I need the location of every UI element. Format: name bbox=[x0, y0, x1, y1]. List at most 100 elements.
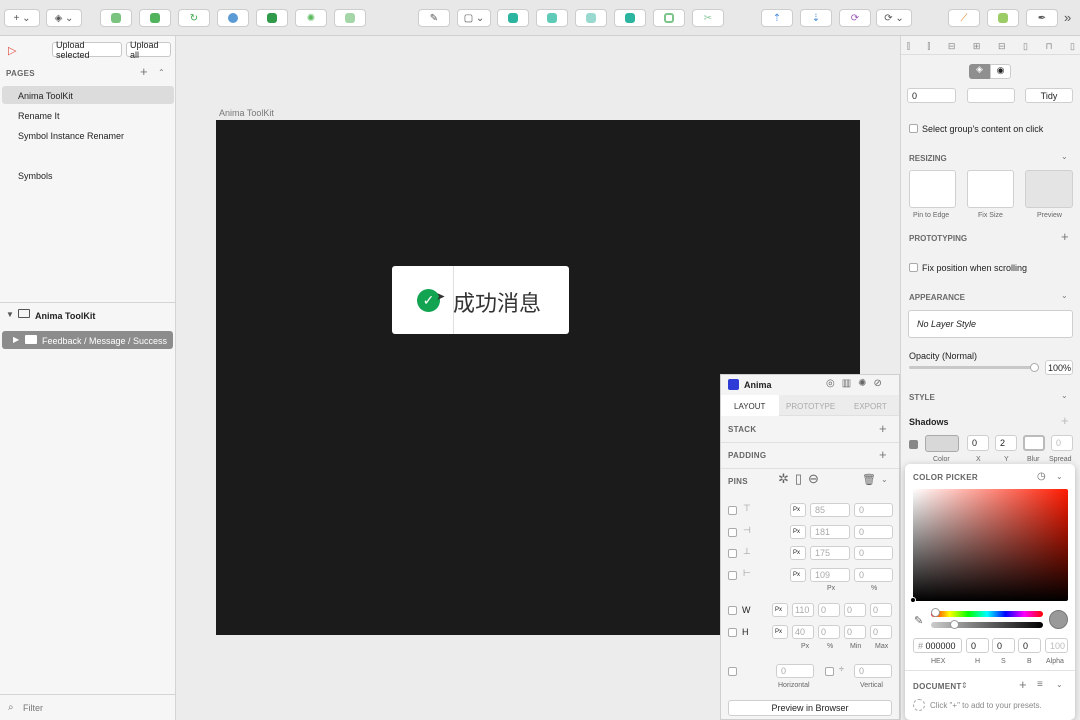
intersect-icon[interactable] bbox=[575, 9, 607, 27]
height-checkbox[interactable] bbox=[728, 628, 737, 637]
hex-input[interactable]: # 000000 bbox=[913, 638, 962, 653]
opacity-slider-thumb[interactable] bbox=[1030, 363, 1039, 372]
preview-in-browser-button[interactable]: Preview in Browser bbox=[728, 700, 892, 716]
frame-icon[interactable] bbox=[653, 9, 685, 27]
width-px-input[interactable]: 110 bbox=[792, 603, 814, 617]
layer-style-select[interactable]: No Layer Style bbox=[908, 310, 1073, 338]
shadow-blur-input[interactable] bbox=[1023, 435, 1045, 451]
distribute-icon[interactable]: ⊓ bbox=[1045, 41, 1052, 51]
pin-top-checkbox[interactable] bbox=[728, 506, 737, 515]
tab-export[interactable]: EXPORT bbox=[854, 402, 887, 411]
backward-icon[interactable]: ⇣ bbox=[800, 9, 832, 27]
layers-icon[interactable]: ◈ ⌄ bbox=[46, 9, 82, 27]
chevron-updown-icon[interactable]: ⇕ bbox=[961, 681, 968, 690]
artboard-label[interactable]: Anima ToolKit bbox=[219, 108, 274, 118]
color-picker-handle[interactable] bbox=[910, 597, 916, 603]
height-min-input[interactable]: 0 bbox=[844, 625, 866, 639]
pin-top-px-input[interactable]: 85 bbox=[810, 503, 850, 517]
chevron-down-icon[interactable]: ⌄ bbox=[1061, 152, 1068, 161]
scissors-icon[interactable]: ✂ bbox=[692, 9, 724, 27]
swap-icon[interactable]: ⟳ bbox=[839, 9, 871, 27]
add-preset-icon[interactable]: + bbox=[1019, 677, 1027, 692]
page-item-symbol-renamer[interactable]: Symbol Instance Renamer bbox=[18, 131, 124, 141]
bandage-icon[interactable] bbox=[334, 9, 366, 27]
align-left-icon[interactable]: ⫿ bbox=[907, 41, 910, 51]
alpha-thumb[interactable] bbox=[950, 620, 959, 629]
pin-bottom-px-input[interactable]: 175 bbox=[810, 546, 850, 560]
pin-right-unit[interactable]: Px bbox=[790, 568, 806, 582]
distribute-v-icon[interactable]: ▯ bbox=[1070, 41, 1075, 51]
document-presets-select[interactable]: DOCUMENT bbox=[913, 682, 962, 691]
pen-icon[interactable]: ✎ bbox=[418, 9, 450, 27]
align-bar[interactable]: ⫿ ⫿ ⊟ ⊞ ⊟ ▯ ⊓ ▯ bbox=[907, 41, 1075, 51]
eyedropper-icon[interactable]: ✒ bbox=[1026, 9, 1058, 27]
pin-right-checkbox[interactable] bbox=[728, 571, 737, 580]
height-unit[interactable]: Px bbox=[772, 625, 788, 639]
collapse-icon[interactable]: ⌃ bbox=[158, 68, 165, 77]
disclosure-icon[interactable]: ▼ bbox=[6, 310, 14, 319]
add-prototype-icon[interactable]: + bbox=[1061, 229, 1069, 244]
upload-all-button[interactable]: Upload all bbox=[126, 40, 171, 60]
alpha-input[interactable]: 100 bbox=[1045, 638, 1068, 653]
leaf-icon[interactable] bbox=[256, 9, 288, 27]
expand-icon[interactable]: ▶ bbox=[13, 335, 19, 344]
transform-icon[interactable]: ⟳ ⌄ bbox=[876, 9, 912, 27]
page-item-rename-it[interactable]: Rename It bbox=[18, 111, 60, 121]
center-v-checkbox[interactable] bbox=[825, 667, 834, 676]
filter-input[interactable]: Filter bbox=[23, 703, 43, 713]
tidy-button[interactable]: Tidy bbox=[1025, 88, 1073, 103]
center-h-checkbox[interactable] bbox=[728, 667, 737, 676]
width-checkbox[interactable] bbox=[728, 606, 737, 615]
path-icon[interactable]: ⟋ bbox=[948, 9, 980, 27]
page-item-symbols[interactable]: Symbols bbox=[18, 171, 53, 181]
add-shadow-icon[interactable]: + bbox=[1061, 413, 1069, 428]
center-h-input[interactable]: 0 bbox=[776, 664, 814, 678]
chevron-down-icon[interactable]: ⌄ bbox=[1061, 391, 1068, 400]
saturation-brightness-field[interactable] bbox=[913, 489, 1068, 601]
pin-right-px-input[interactable]: 109 bbox=[810, 568, 850, 582]
shadow-checkbox[interactable] bbox=[909, 440, 918, 449]
align-middle-icon[interactable]: ⊟ bbox=[998, 41, 1006, 51]
opacity-input[interactable]: 100% bbox=[1045, 360, 1073, 375]
layer-artboard-name[interactable]: Anima ToolKit bbox=[35, 311, 95, 321]
difference-icon[interactable] bbox=[614, 9, 646, 27]
page-item-anima-toolkit[interactable]: Anima ToolKit bbox=[18, 91, 73, 101]
shadow-color-well[interactable] bbox=[925, 435, 959, 452]
forward-icon[interactable]: ⇡ bbox=[761, 9, 793, 27]
align-center-icon[interactable]: ⫿ bbox=[927, 41, 930, 51]
globe-icon[interactable] bbox=[217, 9, 249, 27]
rotate-icon[interactable]: ↻ bbox=[178, 9, 210, 27]
width-min-input[interactable]: 0 bbox=[844, 603, 866, 617]
s-input[interactable]: 0 bbox=[992, 638, 1015, 653]
add-page-icon[interactable]: + bbox=[140, 64, 148, 79]
tab-prototype[interactable]: PROTOTYPE bbox=[786, 402, 835, 411]
spacing-input-2[interactable] bbox=[967, 88, 1015, 103]
height-pct-input[interactable]: 0 bbox=[818, 625, 840, 639]
select-group-checkbox[interactable] bbox=[909, 124, 918, 133]
add-stack-icon[interactable]: + bbox=[879, 421, 887, 436]
pin-bottom-unit[interactable]: Px bbox=[790, 546, 806, 560]
gear-icon[interactable]: ✺ bbox=[295, 9, 327, 27]
hue-thumb[interactable] bbox=[931, 608, 940, 617]
list-icon[interactable]: ≡ bbox=[1037, 679, 1043, 690]
width-max-input[interactable]: 0 bbox=[870, 603, 892, 617]
spacing-input[interactable]: 0 bbox=[907, 88, 956, 103]
subtract-icon[interactable] bbox=[139, 9, 171, 27]
eyedropper-icon[interactable]: ✎ bbox=[914, 614, 923, 627]
align-top-icon[interactable]: ⊞ bbox=[973, 41, 981, 51]
align-right-icon[interactable]: ⊟ bbox=[948, 41, 956, 51]
center-v-input[interactable]: 0 bbox=[854, 664, 892, 678]
pin-top-pct-input[interactable]: 0 bbox=[854, 503, 893, 517]
alpha-slider[interactable] bbox=[931, 622, 1043, 628]
hue-slider[interactable] bbox=[931, 611, 1043, 617]
b-input[interactable]: 0 bbox=[1018, 638, 1041, 653]
subtract-bool-icon[interactable] bbox=[536, 9, 568, 27]
h-input[interactable]: 0 bbox=[966, 638, 989, 653]
chevron-down-icon[interactable]: ⌄ bbox=[881, 475, 888, 484]
shadow-y-input[interactable]: 2 bbox=[995, 435, 1017, 451]
fix-size-widget[interactable] bbox=[967, 170, 1014, 208]
chevron-down-icon[interactable]: ⌄ bbox=[1056, 680, 1063, 689]
pin-mode-icons[interactable]: ✲▯⊖ bbox=[778, 471, 825, 487]
shape-icon[interactable]: ▢ ⌄ bbox=[457, 9, 491, 27]
union-bool-icon[interactable] bbox=[497, 9, 529, 27]
